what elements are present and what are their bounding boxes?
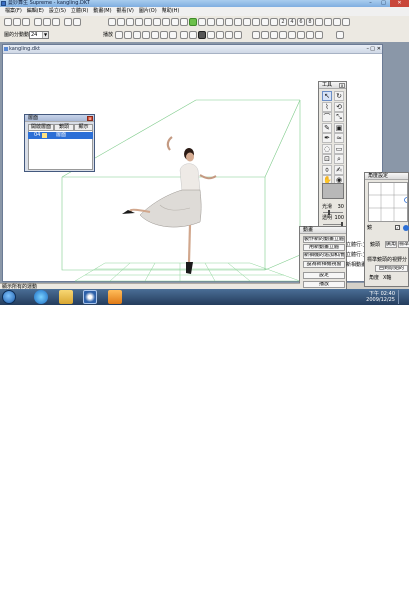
x-axis-label: X軸 bbox=[383, 275, 392, 281]
angle-panel-title-bar[interactable]: 角度設定 bbox=[365, 173, 408, 180]
color-swatch[interactable] bbox=[322, 183, 344, 199]
smooth-slider[interactable] bbox=[323, 210, 343, 215]
application-window: 曼妙舞生 Supreme - kangling.DKT – □ ✕ 檔案(F) 編… bbox=[0, 0, 409, 305]
add-camera-button[interactable]: 新相機的追加和/刪除 bbox=[303, 252, 345, 259]
angle-grid-lines bbox=[369, 183, 409, 221]
tools-panel: 工具 x ↖ ↻ ⌇ ⟲ ⌒ ⤡ ✎ ▣ ✒ ≈ ◌ ▭ ⊡ ⌕ ⌽ ✍ ✋ ◉ 光滑 30 透明 100 bbox=[318, 81, 347, 233]
bone-tool-icon[interactable]: ⌇ bbox=[322, 101, 332, 112]
transform-tool-icon[interactable]: ⟲ bbox=[334, 101, 344, 112]
blue-indicator-icon bbox=[403, 225, 409, 231]
wide-angle-button[interactable]: 廣角 bbox=[385, 241, 397, 248]
taskbar: 下午 02:40 2009/12/25 bbox=[0, 289, 409, 305]
scale-tool-icon[interactable]: ⤡ bbox=[334, 112, 344, 122]
tools-panel-title: 工具 bbox=[322, 82, 333, 88]
column-header-lock[interactable]: 鎖頭 bbox=[54, 124, 74, 131]
new-camera-label: 新相動畫 bbox=[346, 262, 367, 268]
layer-panel-title: 層面 bbox=[28, 115, 39, 121]
rotate-tool-icon[interactable]: ↻ bbox=[334, 91, 344, 101]
layer-row[interactable]: 04 層面 bbox=[28, 132, 93, 139]
standard-view-label: 標準鏡頭的視野分 bbox=[367, 257, 408, 263]
ie-icon[interactable] bbox=[34, 290, 48, 304]
system-tray: 下午 02:40 2009/12/25 bbox=[327, 289, 409, 305]
close-icon[interactable]: x bbox=[339, 83, 345, 88]
animation-panel: 動畫 製作新的動畫立體 用新動畫立體 新相機的追加和/刪除 設為新相機視窗 設定… bbox=[299, 226, 347, 295]
close-icon[interactable]: x bbox=[87, 116, 93, 121]
use-animation-button[interactable]: 用新動畫立體 bbox=[303, 244, 345, 251]
show-desktop-button[interactable] bbox=[398, 290, 407, 304]
animation-panel-title-bar[interactable]: 動畫 bbox=[300, 227, 346, 234]
erase-tool-icon[interactable]: ▭ bbox=[334, 143, 344, 154]
brush-tool-icon[interactable]: ✍ bbox=[334, 164, 344, 175]
warp-tool-icon[interactable]: ≈ bbox=[334, 133, 344, 143]
lasso-tool-icon[interactable]: ◌ bbox=[322, 143, 332, 154]
zoom-tool-icon[interactable]: ⌕ bbox=[334, 154, 344, 164]
clock-date: 2009/12/25 bbox=[366, 297, 395, 303]
layer-id: 04 bbox=[34, 132, 41, 138]
start-button[interactable] bbox=[2, 290, 16, 304]
play-button[interactable]: 播放 bbox=[303, 281, 345, 288]
angle-grid[interactable] bbox=[368, 182, 409, 222]
smooth-value: 30 bbox=[337, 204, 344, 210]
bounding-box bbox=[61, 99, 301, 271]
fill-tool-icon[interactable]: ▣ bbox=[334, 122, 344, 133]
lens-label: 鏡 bbox=[367, 225, 373, 231]
media-icon[interactable] bbox=[108, 290, 122, 304]
angle-panel-title: 角度設定 bbox=[368, 173, 389, 179]
settings-button[interactable]: 設定 bbox=[303, 272, 345, 279]
column-header-open[interactable]: 開啟層面 bbox=[28, 124, 54, 131]
animation-panel-title: 動畫 bbox=[303, 227, 314, 233]
opacity-slider[interactable] bbox=[323, 222, 343, 227]
paint-tool-icon[interactable]: ✎ bbox=[322, 122, 332, 133]
crop-tool-icon[interactable]: ⊡ bbox=[322, 154, 332, 164]
angle-settings-panel: 角度設定 鏡 ✓ 鏡頭 廣角 標準 標準鏡頭的視野分 回到原始的 角度 X軸 bbox=[364, 172, 409, 287]
smooth-label: 光滑 bbox=[322, 204, 333, 210]
standard-button[interactable]: 標準 bbox=[398, 241, 409, 248]
explorer-icon[interactable] bbox=[59, 290, 73, 304]
dancer-app-icon[interactable] bbox=[83, 290, 97, 304]
column-header-show[interactable]: 顯示 bbox=[74, 124, 93, 131]
layer-name: 層面 bbox=[56, 132, 67, 138]
tools-panel-title-bar[interactable]: 工具 x bbox=[319, 82, 346, 89]
layer-panel-title-bar[interactable]: 層面 x bbox=[25, 115, 94, 122]
link-tool-icon[interactable]: ⌒ bbox=[322, 112, 332, 122]
dropper-tool-icon[interactable]: ⌽ bbox=[322, 164, 332, 175]
create-animation-button[interactable]: 製作新的動畫立體 bbox=[303, 236, 345, 243]
angle-label: 角度 bbox=[369, 275, 380, 281]
layer-panel: 層面 x 開啟層面 鎖頭 顯示 04 層面 bbox=[24, 114, 95, 172]
dancer-figure[interactable] bbox=[122, 136, 217, 274]
pencil-icon bbox=[42, 133, 47, 138]
option-checkbox[interactable]: ✓ bbox=[395, 225, 400, 230]
opacity-label: 透明 bbox=[322, 215, 333, 221]
camera-label: 鏡頭 bbox=[370, 242, 381, 248]
opacity-value: 100 bbox=[334, 215, 344, 221]
pen-tool-icon[interactable]: ✒ bbox=[322, 133, 332, 143]
reset-button[interactable]: 回到原始的 bbox=[375, 265, 408, 272]
set-camera-view-button[interactable]: 設為新相機視窗 bbox=[303, 261, 345, 268]
arrow-tool-icon[interactable]: ↖ bbox=[322, 91, 332, 101]
